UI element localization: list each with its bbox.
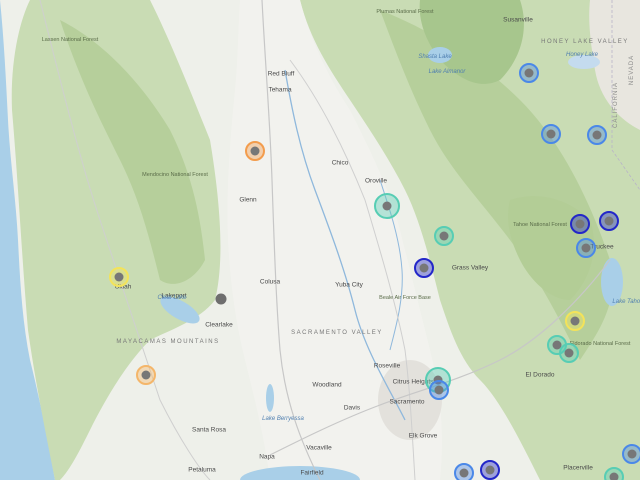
lake-almanor-shape: [428, 47, 452, 63]
marker-center-dot: [524, 68, 534, 78]
map-marker-dark-blue[interactable]: [414, 258, 434, 278]
marker-center-dot: [570, 316, 580, 326]
map-marker-blue[interactable]: [519, 63, 539, 83]
marker-center-dot: [141, 370, 151, 380]
marker-center-dot: [439, 231, 449, 241]
map-marker-gray[interactable]: [215, 293, 227, 305]
map-marker-dark-blue[interactable]: [599, 211, 619, 231]
map-marker-teal[interactable]: [604, 467, 624, 480]
map-marker-blue[interactable]: [576, 238, 596, 258]
marker-center-dot: [114, 272, 124, 282]
basemap: [0, 0, 640, 480]
map-marker-blue[interactable]: [622, 444, 640, 464]
lake-berryessa-shape: [266, 384, 274, 412]
map-marker-dark-blue[interactable]: [480, 460, 500, 480]
marker-center-dot: [592, 130, 602, 140]
marker-center-dot: [564, 348, 574, 358]
map-marker-yellow[interactable]: [565, 311, 585, 331]
marker-center-dot: [604, 216, 614, 226]
marker-center-dot: [250, 146, 260, 156]
map-marker-teal[interactable]: [374, 193, 400, 219]
map-marker-yellow[interactable]: [109, 267, 129, 287]
marker-center-dot: [216, 294, 226, 304]
marker-center-dot: [609, 472, 619, 480]
marker-center-dot: [459, 468, 469, 478]
map-marker-teal[interactable]: [434, 226, 454, 246]
marker-center-dot: [434, 385, 444, 395]
map-marker-dark-blue[interactable]: [570, 214, 590, 234]
marker-center-dot: [419, 263, 429, 273]
marker-center-dot: [575, 219, 585, 229]
map-marker-blue[interactable]: [454, 463, 474, 480]
marker-center-dot: [581, 243, 591, 253]
map-marker-orange[interactable]: [245, 141, 265, 161]
honey-lake-shape: [568, 55, 600, 69]
marker-center-dot: [382, 201, 392, 211]
map-viewport[interactable]: Susanville Red Bluff Tehama Chico Oroville Gl…: [0, 0, 640, 480]
marker-center-dot: [627, 449, 637, 459]
map-marker-teal[interactable]: [559, 343, 579, 363]
map-marker-blue[interactable]: [587, 125, 607, 145]
map-marker-blue[interactable]: [429, 380, 449, 400]
lake-tahoe-shape: [601, 258, 623, 306]
map-marker-light-orange[interactable]: [136, 365, 156, 385]
marker-center-dot: [546, 129, 556, 139]
marker-center-dot: [485, 465, 495, 475]
map-marker-blue[interactable]: [541, 124, 561, 144]
